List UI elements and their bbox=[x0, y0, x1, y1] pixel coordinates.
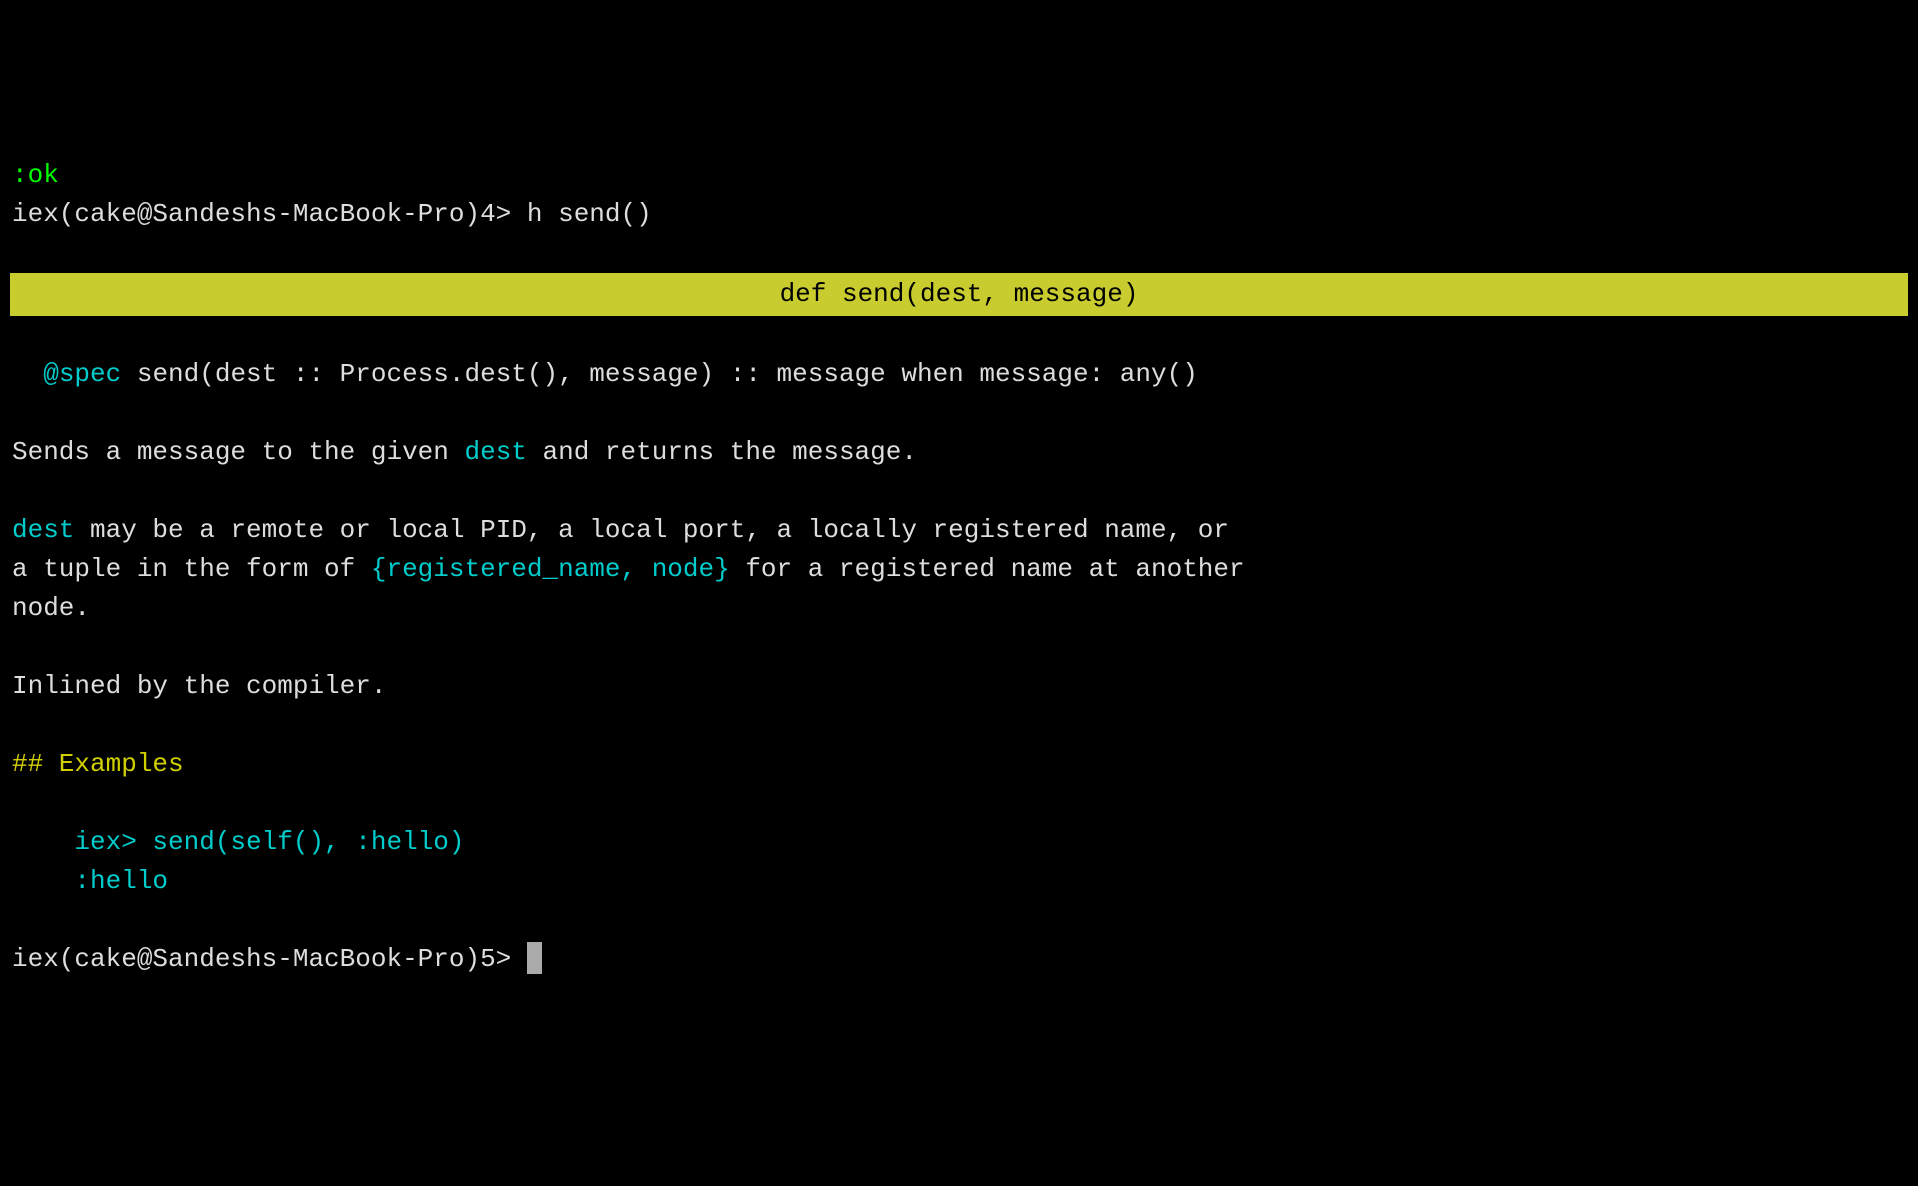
desc-text: and returns the message. bbox=[527, 437, 917, 467]
spec-body: send(dest :: Process.dest(), message) ::… bbox=[121, 359, 1198, 389]
blank-line bbox=[12, 784, 1906, 823]
inlined-line: Inlined by the compiler. bbox=[12, 667, 1906, 706]
examples-heading: ## Examples bbox=[12, 745, 1906, 784]
spec-line: @spec send(dest :: Process.dest(), messa… bbox=[12, 355, 1906, 394]
blank-line bbox=[12, 901, 1906, 940]
desc-line-2: dest may be a remote or local PID, a loc… bbox=[12, 511, 1906, 550]
desc-inline-code: {registered_name, node} bbox=[371, 554, 730, 584]
blank-line bbox=[12, 628, 1906, 667]
blank-line bbox=[12, 706, 1906, 745]
desc-text: Sends a message to the given bbox=[12, 437, 464, 467]
blank-line bbox=[12, 234, 1906, 273]
desc-text: for a registered name at another bbox=[730, 554, 1245, 584]
desc-line-1: Sends a message to the given dest and re… bbox=[12, 433, 1906, 472]
spec-keyword: @spec bbox=[43, 359, 121, 389]
spec-indent bbox=[12, 359, 43, 389]
desc-text: may be a remote or local PID, a local po… bbox=[74, 515, 1229, 545]
desc-line-4: node. bbox=[12, 589, 1906, 628]
partial-output-line: :ok bbox=[12, 156, 1906, 195]
example-code-line-1: iex> send(self(), :hello) bbox=[12, 823, 1906, 862]
prompt-prefix: iex(cake@Sandeshs-MacBook-Pro)4> bbox=[12, 199, 527, 229]
example-code-line-2: :hello bbox=[12, 862, 1906, 901]
blank-line bbox=[12, 472, 1906, 511]
prompt-command: h send() bbox=[527, 199, 652, 229]
terminal-output[interactable]: :okiex(cake@Sandeshs-MacBook-Pro)4> h se… bbox=[0, 156, 1918, 991]
desc-text: a tuple in the form of bbox=[12, 554, 371, 584]
prompt-line-5[interactable]: iex(cake@Sandeshs-MacBook-Pro)5> bbox=[12, 940, 1906, 979]
desc-line-3: a tuple in the form of {registered_name,… bbox=[12, 550, 1906, 589]
blank-line bbox=[12, 316, 1906, 355]
desc-inline-code: dest bbox=[12, 515, 74, 545]
blank-line bbox=[12, 394, 1906, 433]
prompt-line-4: iex(cake@Sandeshs-MacBook-Pro)4> h send(… bbox=[12, 195, 1906, 234]
help-signature-banner: def send(dest, message) bbox=[10, 273, 1908, 316]
prompt-prefix: iex(cake@Sandeshs-MacBook-Pro)5> bbox=[12, 944, 527, 974]
cursor[interactable] bbox=[527, 942, 542, 974]
desc-inline-code: dest bbox=[464, 437, 526, 467]
